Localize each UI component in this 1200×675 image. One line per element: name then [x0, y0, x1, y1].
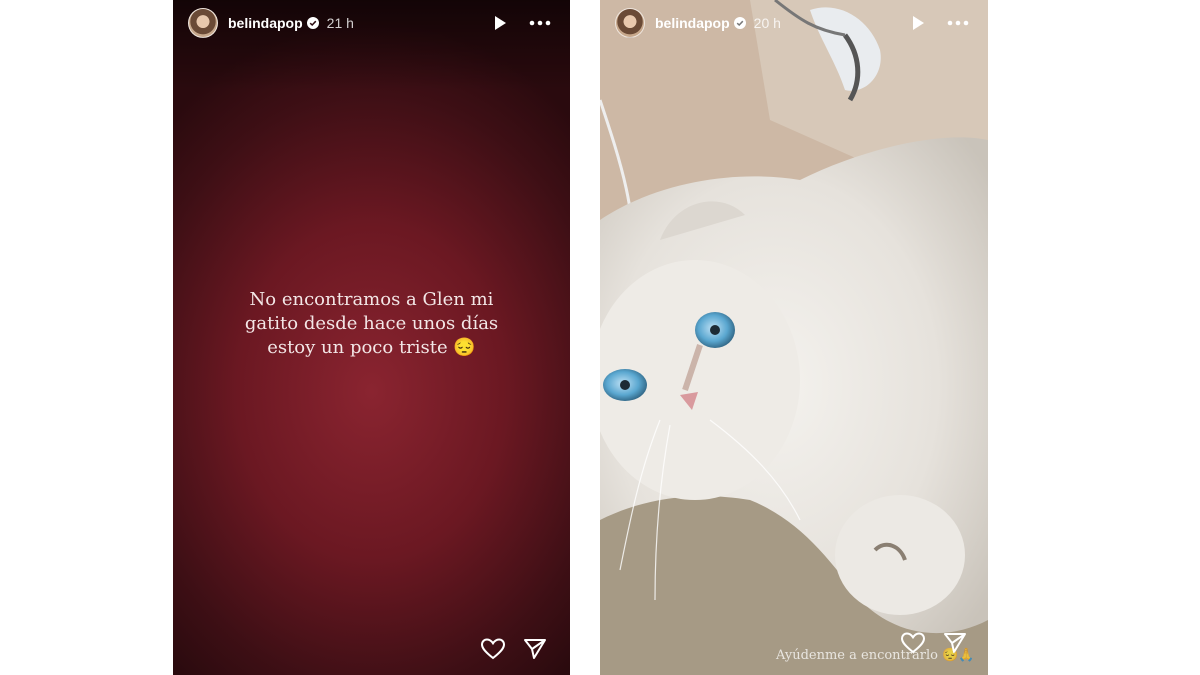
verified-badge-icon	[306, 17, 319, 29]
username[interactable]: belindapop	[655, 15, 730, 31]
avatar[interactable]	[188, 8, 218, 38]
send-icon[interactable]	[522, 637, 548, 661]
timestamp: 21 h	[326, 15, 354, 31]
play-icon[interactable]	[908, 13, 928, 33]
story-actions	[900, 631, 968, 655]
more-options-icon[interactable]	[528, 13, 552, 33]
username[interactable]: belindapop	[228, 15, 303, 31]
story-card-photo[interactable]: belindapop 20 h Ayúdenme a encontrarlo 😔…	[600, 0, 988, 675]
timestamp: 20 h	[753, 15, 781, 31]
heart-icon[interactable]	[480, 637, 506, 661]
heart-icon[interactable]	[900, 631, 926, 655]
story-actions	[480, 637, 548, 661]
story-header: belindapop 20 h	[615, 6, 970, 40]
more-options-icon[interactable]	[946, 13, 970, 33]
avatar[interactable]	[615, 8, 645, 38]
send-icon[interactable]	[942, 631, 968, 655]
cat-photo	[600, 0, 988, 675]
story-header: belindapop 21 h	[188, 6, 552, 40]
play-icon[interactable]	[490, 13, 510, 33]
verified-badge-icon	[733, 17, 746, 29]
story-card-text[interactable]: belindapop 21 h No encontramos a Glen mi…	[173, 0, 570, 675]
story-text: No encontramos a Glen mi gatito desde ha…	[244, 289, 499, 358]
